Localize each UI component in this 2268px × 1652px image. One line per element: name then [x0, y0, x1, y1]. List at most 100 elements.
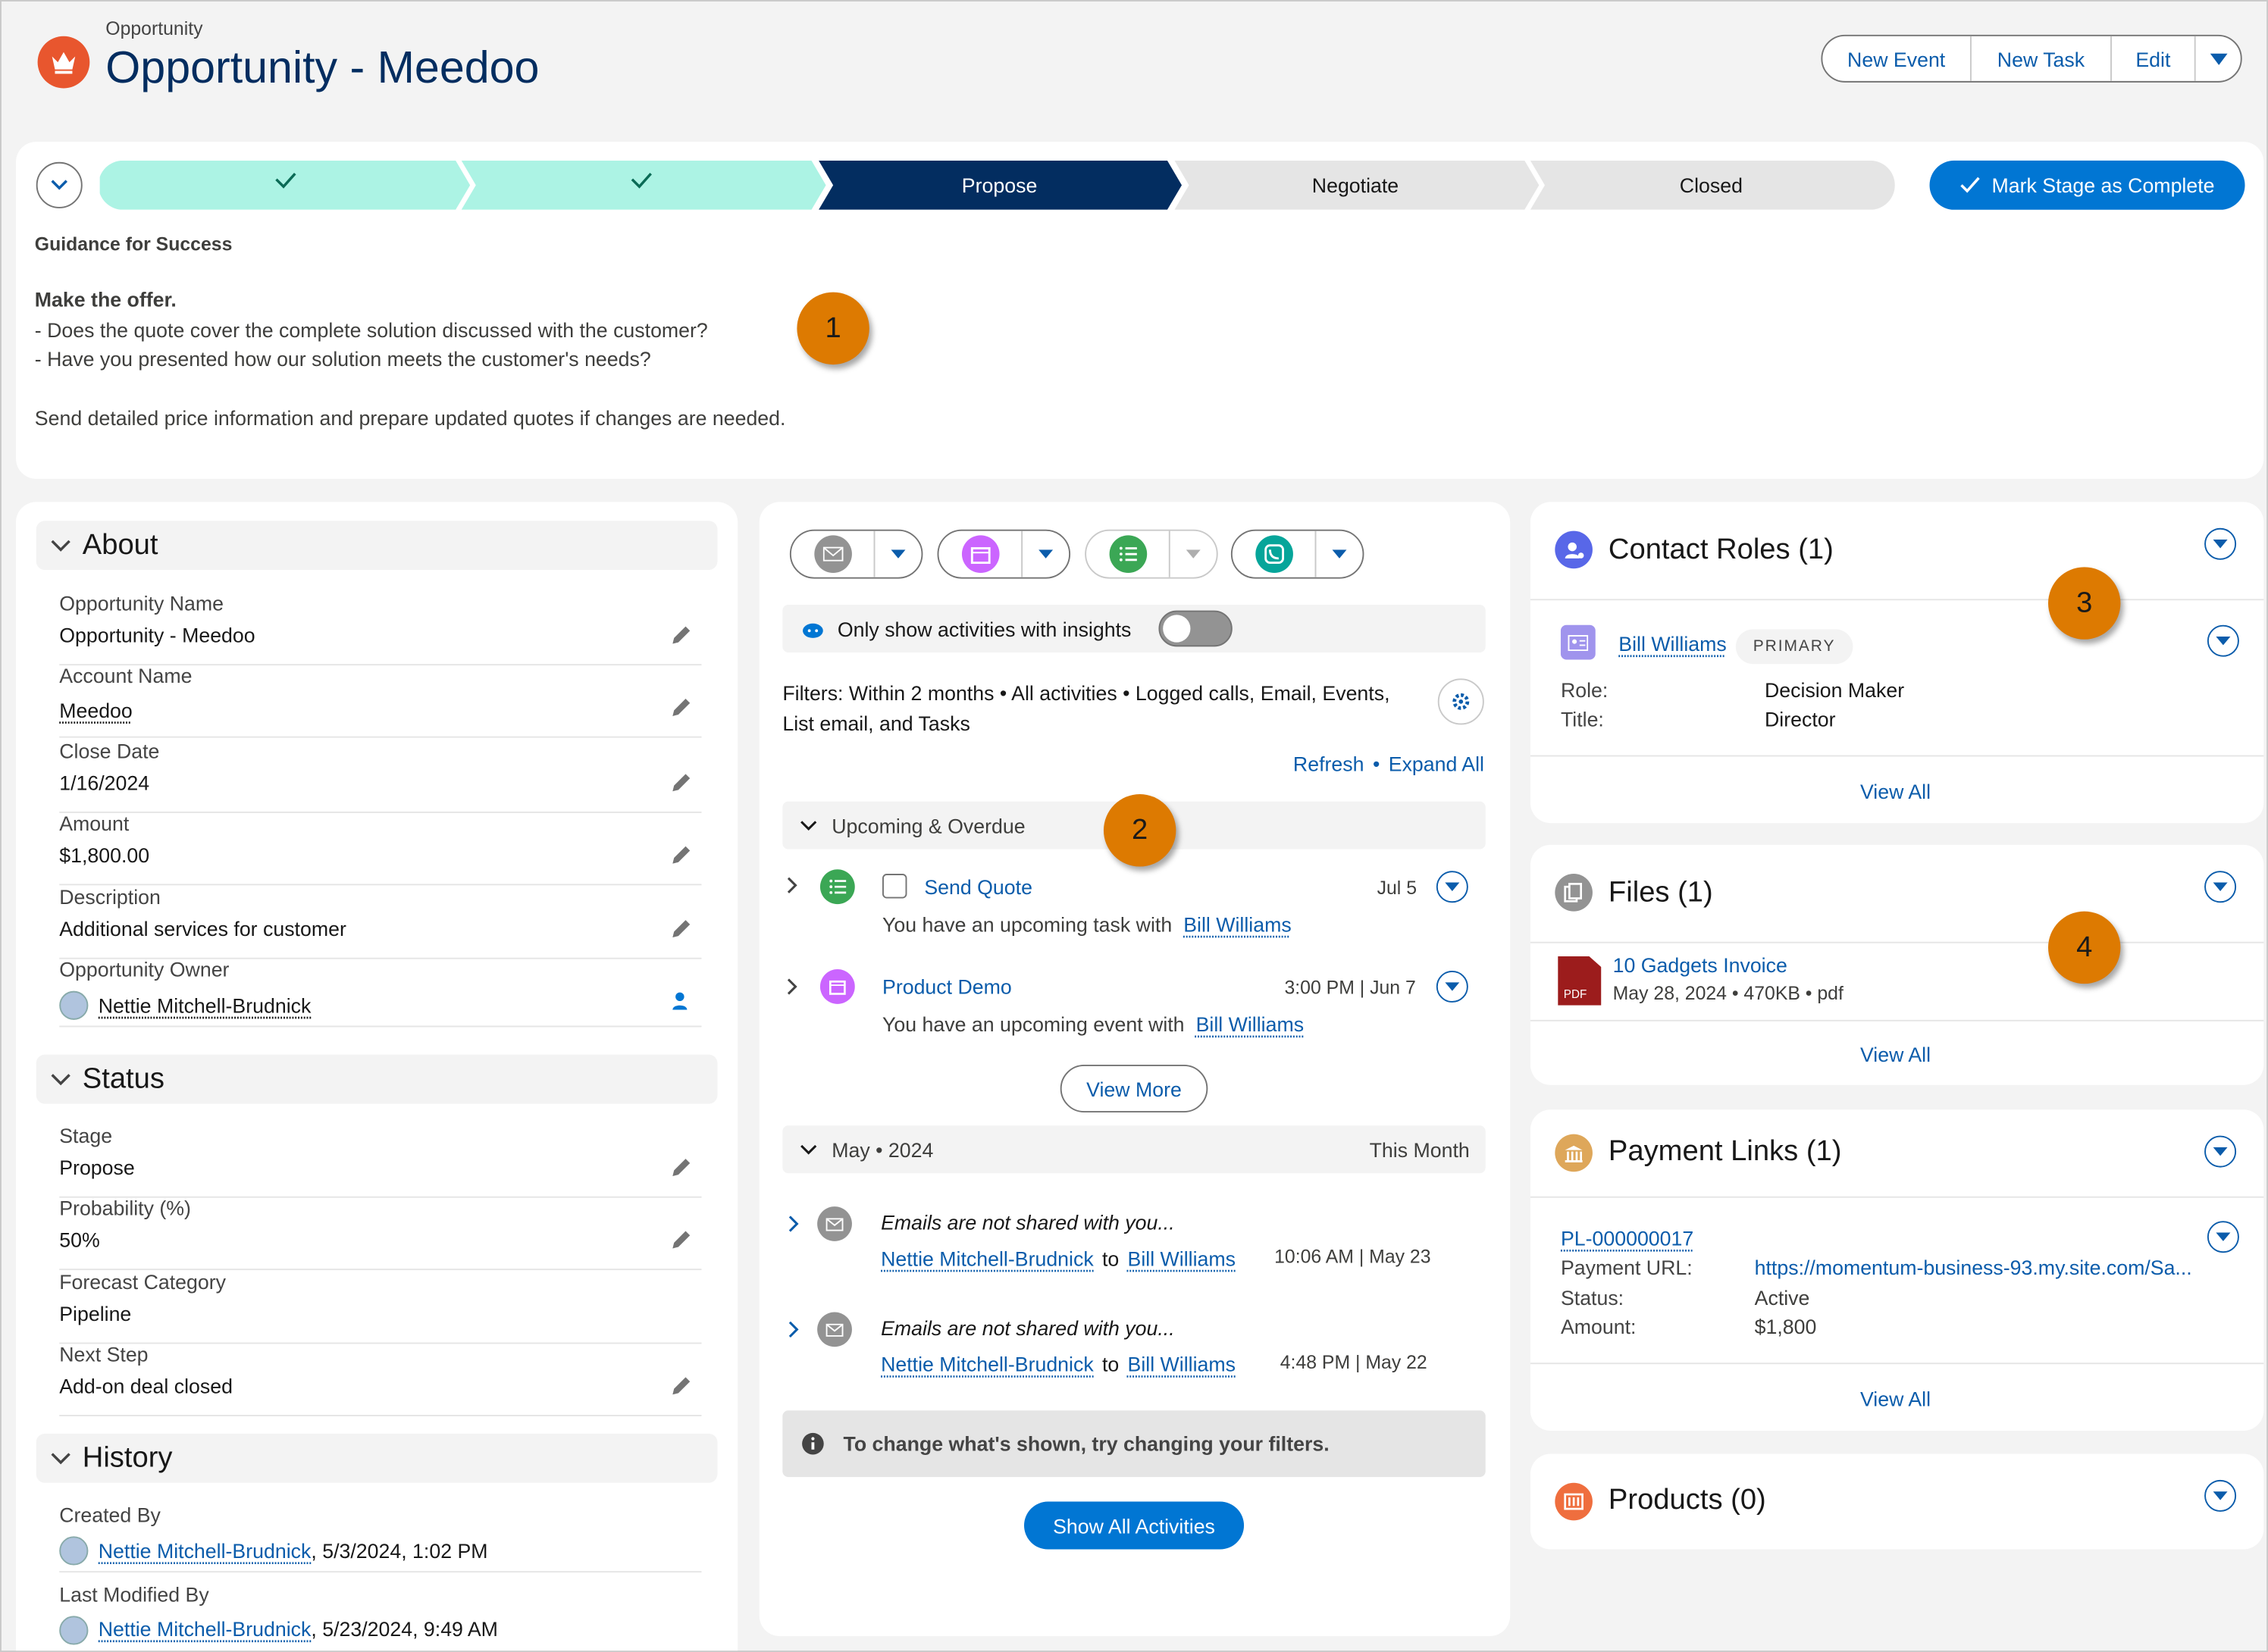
event-menu-button[interactable] [1023, 531, 1069, 577]
chevron-right-icon[interactable] [787, 877, 798, 894]
contact-roles-view-all-link[interactable]: View All [1860, 780, 1931, 803]
refresh-link[interactable]: Refresh [1293, 752, 1364, 776]
contact-name-link[interactable]: Bill Williams [1618, 632, 1726, 655]
caret-down-icon [1445, 982, 1460, 991]
field-account-name: Account Name Meedoo [59, 664, 702, 738]
field-value: Opportunity - Meedoo [59, 623, 255, 647]
pencil-icon[interactable] [669, 1228, 693, 1252]
status-section-title: Status [82, 1062, 164, 1095]
record-icon [37, 36, 90, 89]
owner-link[interactable]: Nettie Mitchell-Brudnick [99, 993, 312, 1017]
new-event-action-button[interactable] [938, 530, 1023, 577]
guidance-line-1: - Does the quote cover the complete solu… [34, 318, 708, 342]
field-label: Last Modified By [59, 1582, 209, 1606]
caret-down-icon [1186, 549, 1201, 558]
field-label: Opportunity Owner [59, 957, 230, 981]
new-task-button[interactable]: New Task [1972, 36, 2112, 81]
guidance-title: Guidance for Success [34, 233, 233, 255]
email-to-link[interactable]: Bill Williams [1128, 1247, 1236, 1271]
task-menu-button[interactable] [1436, 871, 1468, 903]
field-value: $1,800.00 [59, 843, 150, 867]
chevron-right-icon[interactable] [787, 978, 798, 995]
log-call-button[interactable] [1233, 530, 1317, 577]
files-title[interactable]: Files (1) [1609, 877, 1713, 910]
history-section-header[interactable]: History [36, 1433, 718, 1483]
callout-badge-3: 3 [2048, 567, 2121, 640]
avatar [59, 990, 89, 1020]
about-section-header[interactable]: About [36, 521, 718, 571]
pencil-icon[interactable] [669, 1375, 693, 1398]
payment-amount-label: Amount: [1560, 1315, 1637, 1338]
call-menu-button[interactable] [1316, 531, 1362, 577]
expand-all-link[interactable]: Expand All [1389, 752, 1484, 776]
contact-roles-menu-button[interactable] [2204, 527, 2237, 560]
files-icon [1555, 874, 1593, 912]
caret-down-icon [1038, 549, 1054, 558]
email-icon [817, 1206, 852, 1241]
payment-links-title[interactable]: Payment Links (1) [1609, 1136, 1842, 1169]
task-contact-link[interactable]: Bill Williams [1183, 913, 1291, 937]
created-by-link[interactable]: Nettie Mitchell-Brudnick [99, 1539, 312, 1563]
email-subject: Emails are not shared with you... [881, 1316, 1175, 1340]
caret-down-icon [2209, 52, 2227, 64]
new-event-button[interactable]: New Event [1822, 36, 1972, 81]
pencil-icon[interactable] [669, 624, 693, 647]
email-from-link[interactable]: Nettie Mitchell-Brudnick [881, 1353, 1094, 1376]
show-all-activities-button[interactable]: Show All Activities [1024, 1501, 1245, 1550]
products-menu-button[interactable] [2204, 1479, 2237, 1512]
filter-settings-button[interactable] [1437, 678, 1484, 725]
guidance-line-2: - Have you presented how our solution me… [34, 347, 651, 371]
field-created-by: Created By Nettie Mitchell-Brudnick, 5/3… [59, 1503, 702, 1573]
caret-down-icon [2216, 1232, 2231, 1241]
payment-links-view-all-link[interactable]: View All [1860, 1388, 1931, 1411]
email-subject: Emails are not shared with you... [881, 1210, 1175, 1234]
files-menu-button[interactable] [2204, 871, 2237, 903]
chevron-right-icon[interactable] [788, 1216, 800, 1233]
files-view-all-link[interactable]: View All [1860, 1043, 1931, 1066]
email-menu-button[interactable] [875, 531, 921, 577]
task-title-link[interactable]: Send Quote [924, 875, 1032, 899]
file-name-link[interactable]: 10 Gadgets Invoice [1613, 953, 1787, 977]
change-owner-icon[interactable] [669, 990, 693, 1013]
payment-link-menu-button[interactable] [2207, 1221, 2239, 1253]
new-email-button[interactable] [791, 530, 876, 577]
pencil-icon[interactable] [669, 696, 693, 719]
event-title-link[interactable]: Product Demo [882, 975, 1012, 999]
more-actions-button[interactable] [2196, 36, 2241, 81]
mark-stage-complete-button[interactable]: Mark Stage as Complete [1929, 160, 2245, 210]
payment-status-label: Status: [1560, 1286, 1624, 1309]
products-title[interactable]: Products (0) [1609, 1485, 1766, 1518]
contact-roles-title[interactable]: Contact Roles (1) [1609, 533, 1834, 567]
pdf-label: PDF [1563, 987, 1587, 1002]
pencil-icon[interactable] [669, 917, 693, 940]
contact-roles-icon [1555, 530, 1593, 569]
event-action [937, 529, 1071, 579]
field-label: Probability (%) [59, 1196, 191, 1220]
insights-toggle[interactable] [1158, 610, 1233, 647]
email-from-link[interactable]: Nettie Mitchell-Brudnick [881, 1247, 1094, 1271]
status-section-header[interactable]: Status [36, 1054, 718, 1104]
edit-button[interactable]: Edit [2112, 36, 2196, 81]
view-more-button[interactable]: View More [1060, 1065, 1208, 1113]
pencil-icon[interactable] [669, 771, 693, 794]
modified-by-link[interactable]: Nettie Mitchell-Brudnick [99, 1617, 312, 1641]
contact-menu-button[interactable] [2207, 624, 2239, 657]
payment-link-id[interactable]: PL-000000017 [1561, 1227, 1693, 1250]
event-contact-link[interactable]: Bill Williams [1196, 1012, 1304, 1036]
chevron-right-icon[interactable] [788, 1321, 800, 1338]
account-name-link[interactable]: Meedoo [59, 699, 133, 722]
avatar [59, 1536, 89, 1566]
event-icon [819, 969, 855, 1004]
event-menu-button[interactable] [1436, 970, 1468, 1003]
new-task-action-button[interactable] [1086, 530, 1170, 577]
pencil-icon[interactable] [669, 843, 693, 867]
path-toggle-button[interactable] [36, 161, 83, 208]
month-section-header[interactable]: May • 2024 This Month [782, 1125, 1486, 1174]
task-icon [819, 869, 855, 905]
stage-2-completed[interactable] [461, 160, 826, 210]
payment-url-link[interactable]: https://momentum-business-93.my.site.com… [1755, 1256, 2210, 1279]
task-checkbox[interactable] [882, 874, 907, 899]
payment-links-menu-button[interactable] [2204, 1135, 2237, 1168]
pencil-icon[interactable] [669, 1156, 693, 1179]
email-to-link[interactable]: Bill Williams [1128, 1353, 1236, 1376]
